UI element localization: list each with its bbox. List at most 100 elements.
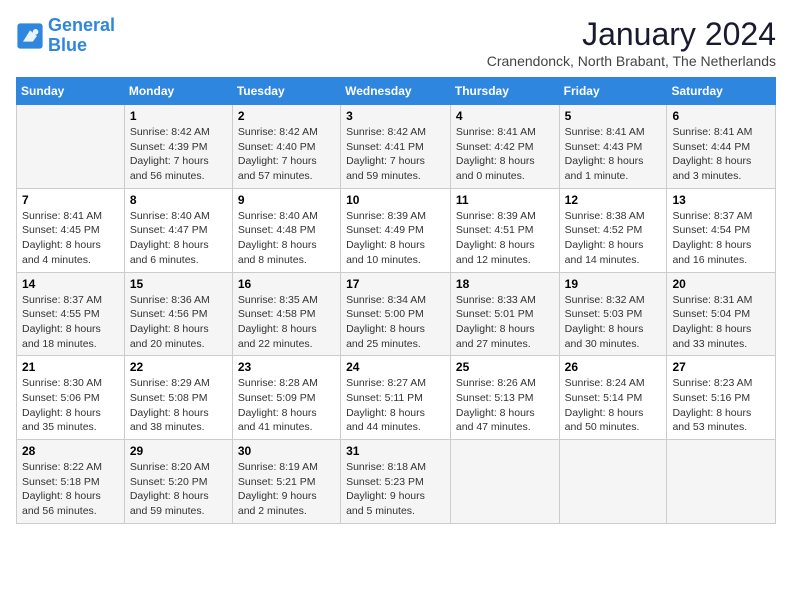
title-area: January 2024 Cranendonck, North Brabant,… [487,16,776,69]
calendar-table: SundayMondayTuesdayWednesdayThursdayFrid… [16,77,776,524]
day-info: Sunrise: 8:42 AMSunset: 4:39 PMDaylight:… [130,125,227,184]
day-info: Sunrise: 8:20 AMSunset: 5:20 PMDaylight:… [130,460,227,519]
day-number: 27 [672,360,770,374]
day-cell: 14 Sunrise: 8:37 AMSunset: 4:55 PMDayligh… [17,272,125,356]
day-cell: 26 Sunrise: 8:24 AMSunset: 5:14 PMDayligh… [559,356,667,440]
day-info: Sunrise: 8:31 AMSunset: 5:04 PMDaylight:… [672,293,770,352]
day-cell: 6Sunrise: 8:41 AMSunset: 4:44 PMDaylight… [667,105,776,189]
day-cell: 9Sunrise: 8:40 AMSunset: 4:48 PMDaylight… [232,188,340,272]
day-cell: 11 Sunrise: 8:39 AMSunset: 4:51 PMDayligh… [450,188,559,272]
day-number: 20 [672,277,770,291]
logo-line2: Blue [48,35,87,55]
day-info: Sunrise: 8:34 AMSunset: 5:00 PMDaylight:… [346,293,445,352]
day-cell: 21 Sunrise: 8:30 AMSunset: 5:06 PMDayligh… [17,356,125,440]
header: General Blue January 2024 Cranendonck, N… [16,16,776,69]
day-number: 26 [565,360,662,374]
day-info: Sunrise: 8:37 AMSunset: 4:54 PMDaylight:… [672,209,770,268]
day-number: 5 [565,109,662,123]
day-cell [450,440,559,524]
day-cell: 19 Sunrise: 8:32 AMSunset: 5:03 PMDayligh… [559,272,667,356]
day-number: 21 [22,360,119,374]
day-cell: 5 Sunrise: 8:41 AMSunset: 4:43 PMDaylight… [559,105,667,189]
day-number: 18 [456,277,554,291]
day-cell: 15 Sunrise: 8:36 AMSunset: 4:56 PMDayligh… [124,272,232,356]
day-number: 4 [456,109,554,123]
day-info: Sunrise: 8:30 AMSunset: 5:06 PMDaylight:… [22,376,119,435]
day-cell: 22 Sunrise: 8:29 AMSunset: 5:08 PMDayligh… [124,356,232,440]
day-info: Sunrise: 8:38 AMSunset: 4:52 PMDaylight:… [565,209,662,268]
day-info: Sunrise: 8:41 AMSunset: 4:43 PMDaylight:… [565,125,662,184]
day-info: Sunrise: 8:35 AMSunset: 4:58 PMDaylight:… [238,293,335,352]
day-number: 28 [22,444,119,458]
weekday-header-saturday: Saturday [667,78,776,105]
day-info: Sunrise: 8:42 AMSunset: 4:40 PMDaylight:… [238,125,335,184]
day-info: Sunrise: 8:29 AMSunset: 5:08 PMDaylight:… [130,376,227,435]
weekday-header-tuesday: Tuesday [232,78,340,105]
day-info: Sunrise: 8:22 AMSunset: 5:18 PMDaylight:… [22,460,119,519]
logo-text: General Blue [48,16,115,56]
location-title: Cranendonck, North Brabant, The Netherla… [487,53,776,69]
day-cell: 25 Sunrise: 8:26 AMSunset: 5:13 PMDayligh… [450,356,559,440]
day-info: Sunrise: 8:32 AMSunset: 5:03 PMDaylight:… [565,293,662,352]
day-cell: 2 Sunrise: 8:42 AMSunset: 4:40 PMDaylight… [232,105,340,189]
day-info: Sunrise: 8:18 AMSunset: 5:23 PMDaylight:… [346,460,445,519]
day-cell: 7Sunrise: 8:41 AMSunset: 4:45 PMDaylight… [17,188,125,272]
day-cell: 16Sunrise: 8:35 AMSunset: 4:58 PMDayligh… [232,272,340,356]
day-cell: 1 Sunrise: 8:42 AMSunset: 4:39 PMDaylight… [124,105,232,189]
month-title: January 2024 [487,16,776,53]
day-info: Sunrise: 8:39 AMSunset: 4:51 PMDaylight:… [456,209,554,268]
day-number: 13 [672,193,770,207]
day-cell: 23 Sunrise: 8:28 AMSunset: 5:09 PMDayligh… [232,356,340,440]
day-number: 2 [238,109,335,123]
day-info: Sunrise: 8:24 AMSunset: 5:14 PMDaylight:… [565,376,662,435]
day-info: Sunrise: 8:28 AMSunset: 5:09 PMDaylight:… [238,376,335,435]
day-cell: 10 Sunrise: 8:39 AMSunset: 4:49 PMDayligh… [341,188,451,272]
day-info: Sunrise: 8:36 AMSunset: 4:56 PMDaylight:… [130,293,227,352]
day-number: 14 [22,277,119,291]
logo-icon [16,22,44,50]
day-cell: 24Sunrise: 8:27 AMSunset: 5:11 PMDayligh… [341,356,451,440]
day-number: 11 [456,193,554,207]
day-cell: 18Sunrise: 8:33 AMSunset: 5:01 PMDayligh… [450,272,559,356]
day-info: Sunrise: 8:26 AMSunset: 5:13 PMDaylight:… [456,376,554,435]
day-number: 9 [238,193,335,207]
day-number: 15 [130,277,227,291]
day-info: Sunrise: 8:23 AMSunset: 5:16 PMDaylight:… [672,376,770,435]
day-cell [17,105,125,189]
day-info: Sunrise: 8:37 AMSunset: 4:55 PMDaylight:… [22,293,119,352]
day-cell: 30 Sunrise: 8:19 AMSunset: 5:21 PMDayligh… [232,440,340,524]
day-cell [667,440,776,524]
day-info: Sunrise: 8:41 AMSunset: 4:42 PMDaylight:… [456,125,554,184]
weekday-header-friday: Friday [559,78,667,105]
logo-line1: General [48,15,115,35]
day-number: 22 [130,360,227,374]
day-info: Sunrise: 8:41 AMSunset: 4:44 PMDaylight:… [672,125,770,184]
day-number: 29 [130,444,227,458]
week-row-4: 21 Sunrise: 8:30 AMSunset: 5:06 PMDayligh… [17,356,776,440]
day-info: Sunrise: 8:19 AMSunset: 5:21 PMDaylight:… [238,460,335,519]
weekday-header-monday: Monday [124,78,232,105]
day-number: 30 [238,444,335,458]
day-cell: 13 Sunrise: 8:37 AMSunset: 4:54 PMDayligh… [667,188,776,272]
day-cell: 28 Sunrise: 8:22 AMSunset: 5:18 PMDayligh… [17,440,125,524]
day-cell: 31Sunrise: 8:18 AMSunset: 5:23 PMDayligh… [341,440,451,524]
day-info: Sunrise: 8:42 AMSunset: 4:41 PMDaylight:… [346,125,445,184]
day-number: 10 [346,193,445,207]
day-number: 17 [346,277,445,291]
day-info: Sunrise: 8:39 AMSunset: 4:49 PMDaylight:… [346,209,445,268]
weekday-header-sunday: Sunday [17,78,125,105]
week-row-1: 1 Sunrise: 8:42 AMSunset: 4:39 PMDaylight… [17,105,776,189]
week-row-3: 14 Sunrise: 8:37 AMSunset: 4:55 PMDayligh… [17,272,776,356]
weekday-header-thursday: Thursday [450,78,559,105]
day-number: 1 [130,109,227,123]
weekday-header-row: SundayMondayTuesdayWednesdayThursdayFrid… [17,78,776,105]
day-number: 25 [456,360,554,374]
day-cell: 4 Sunrise: 8:41 AMSunset: 4:42 PMDaylight… [450,105,559,189]
day-number: 19 [565,277,662,291]
day-number: 23 [238,360,335,374]
day-info: Sunrise: 8:27 AMSunset: 5:11 PMDaylight:… [346,376,445,435]
day-number: 7 [22,193,119,207]
day-cell: 29 Sunrise: 8:20 AMSunset: 5:20 PMDayligh… [124,440,232,524]
week-row-2: 7Sunrise: 8:41 AMSunset: 4:45 PMDaylight… [17,188,776,272]
day-cell: 20 Sunrise: 8:31 AMSunset: 5:04 PMDayligh… [667,272,776,356]
